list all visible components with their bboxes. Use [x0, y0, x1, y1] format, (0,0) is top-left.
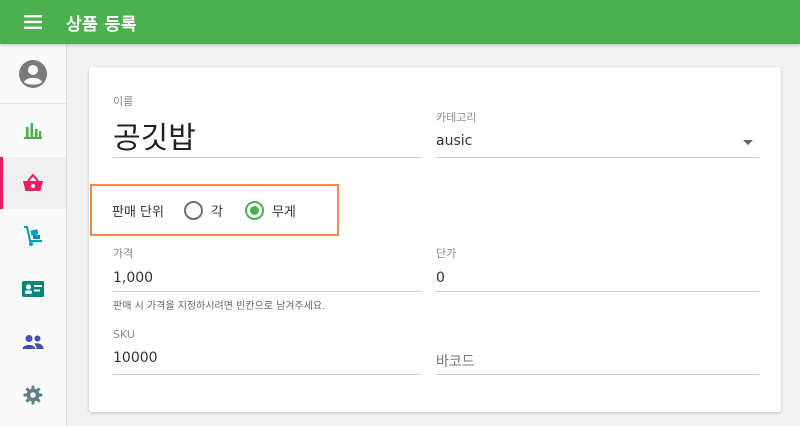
sku-underline [113, 374, 421, 375]
price-field[interactable]: 가격 1,000 [113, 245, 421, 292]
sell-unit-weight-label[interactable]: 무게 [272, 201, 296, 220]
gear-icon [23, 385, 43, 405]
name-underline [113, 157, 421, 158]
sell-unit-weight-radio[interactable]: 무게 [244, 200, 296, 220]
dropdown-arrow-icon[interactable] [743, 140, 753, 145]
account-circle-icon [19, 59, 47, 88]
category-value[interactable]: ausic [436, 133, 759, 149]
menu-button[interactable] [0, 0, 66, 44]
dolly-icon [24, 226, 42, 246]
price-helper-text: 판매 시 가격을 지정하시려면 빈칸으로 남겨주세요. [113, 301, 326, 312]
sell-unit-each-label[interactable]: 각 [211, 201, 223, 220]
sell-unit-group: 판매 단위 각 무게 [90, 184, 339, 236]
unit-price-value[interactable]: 0 [436, 270, 759, 286]
radio-checked-icon[interactable] [244, 200, 264, 220]
sidebar-item-customers[interactable] [0, 263, 66, 315]
sidebar-item-items[interactable] [0, 157, 66, 209]
id-card-icon [22, 281, 44, 297]
product-form-card: 이름 공깃밥 카테고리 ausic 판매 단위 각 무게 가격 1,000 단가… [89, 67, 781, 412]
app-bar: 상품 등록 [0, 0, 800, 44]
sku-label: SKU [113, 328, 135, 341]
sidebar-item-settings[interactable] [0, 369, 66, 421]
barcode-placeholder[interactable]: 바코드 [436, 351, 475, 371]
name-label: 이름 [113, 95, 134, 108]
avatar[interactable] [0, 44, 66, 104]
people-icon [22, 335, 44, 349]
bar-chart-icon [24, 123, 42, 139]
sell-unit-each-radio[interactable]: 각 [183, 200, 223, 220]
category-select[interactable]: 카테고리 ausic [436, 109, 759, 158]
sku-field[interactable]: SKU 10000 [113, 328, 421, 375]
barcode-underline [436, 374, 759, 375]
unit-price-field[interactable]: 단가 0 [436, 245, 759, 292]
unit-price-underline [436, 291, 759, 292]
page-title: 상품 등록 [66, 14, 137, 35]
price-underline [113, 291, 421, 292]
basket-icon [23, 173, 43, 191]
unit-price-label: 단가 [436, 247, 457, 260]
radio-unchecked-icon[interactable] [183, 200, 203, 220]
sell-unit-label: 판매 단위 [112, 204, 164, 220]
sidebar [0, 44, 67, 426]
sku-value[interactable]: 10000 [113, 350, 421, 366]
sidebar-item-employees[interactable] [0, 316, 66, 368]
sidebar-item-inventory[interactable] [0, 210, 66, 262]
category-label: 카테고리 [436, 111, 477, 124]
category-underline [436, 157, 759, 158]
barcode-field[interactable]: 바코드 [436, 328, 759, 375]
sidebar-item-reports[interactable] [0, 104, 66, 156]
price-label: 가격 [113, 247, 134, 260]
name-value[interactable]: 공깃밥 [113, 113, 421, 157]
hamburger-menu-icon [24, 15, 42, 29]
name-field[interactable]: 이름 공깃밥 [113, 93, 421, 158]
price-value[interactable]: 1,000 [113, 270, 421, 286]
